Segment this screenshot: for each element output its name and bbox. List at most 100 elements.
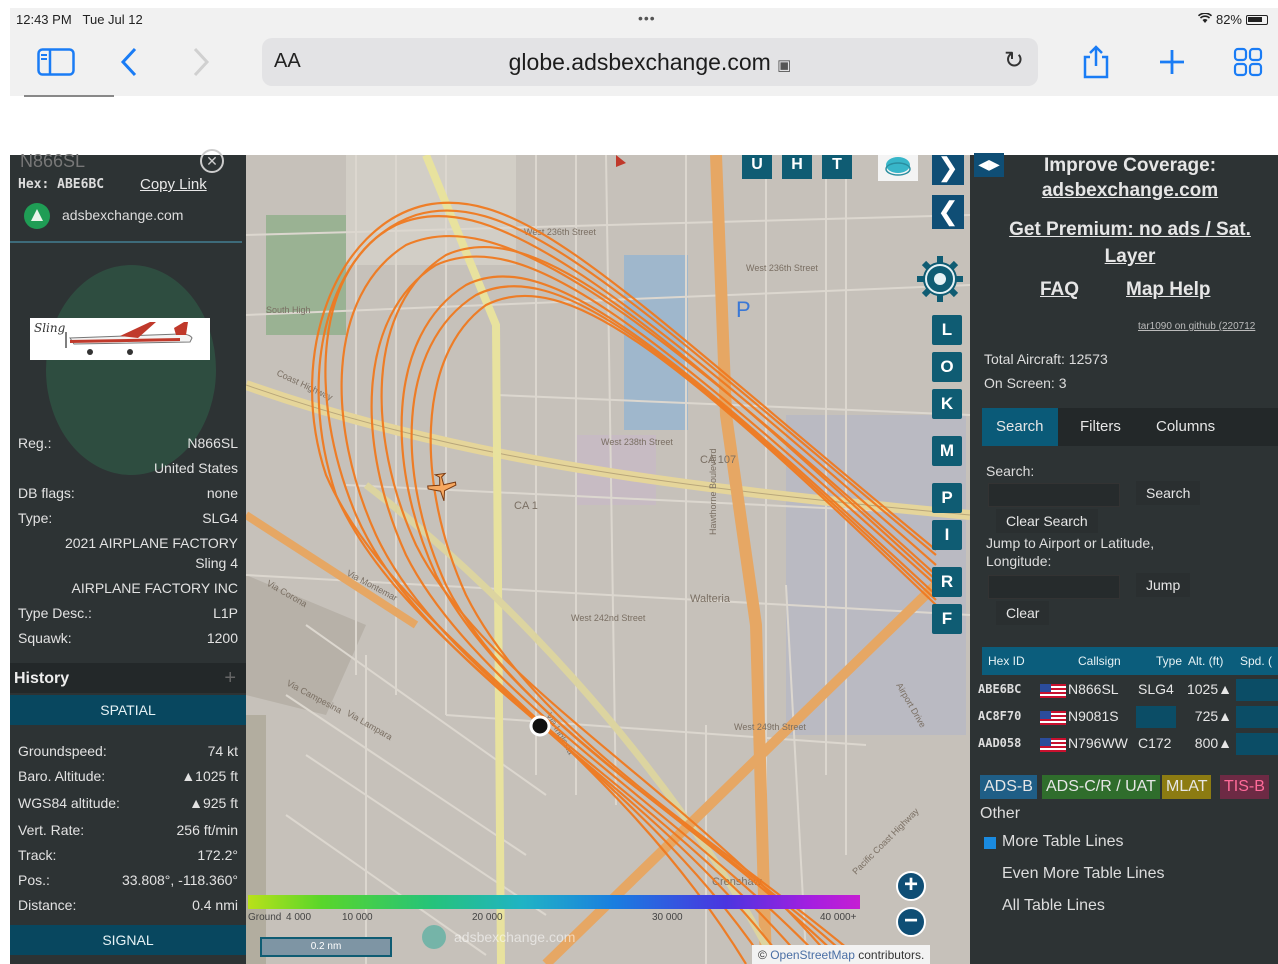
tabs-overview-icon[interactable]: [1230, 42, 1266, 82]
map-attribution: © OpenStreetMap contributors.: [752, 945, 931, 964]
map-btn-h[interactable]: H: [782, 155, 812, 179]
close-icon[interactable]: ✕: [200, 149, 224, 173]
altitude-color-scale: [248, 895, 860, 909]
table-cell: [1236, 679, 1278, 701]
faq-link[interactable]: FAQ: [1040, 279, 1079, 301]
even-more-table-lines-checkbox[interactable]: [984, 869, 996, 881]
clear-button[interactable]: Clear: [996, 601, 1050, 625]
aircraft-photo[interactable]: Sling: [30, 318, 210, 360]
map-help-link[interactable]: Map Help: [1126, 279, 1210, 301]
map-btn-t[interactable]: T: [822, 155, 852, 179]
column-header[interactable]: Hex ID: [988, 654, 1025, 668]
map-watermark: adsbexchange.com: [454, 929, 576, 945]
tab-filters[interactable]: Filters: [1066, 408, 1135, 446]
url-text: globe.adsbexchange.com ▣: [508, 49, 792, 75]
tab-columns[interactable]: Columns: [1142, 408, 1229, 446]
map-btn-l[interactable]: L: [932, 315, 962, 345]
sidebar-toggle-icon[interactable]: [36, 42, 76, 82]
improve-coverage-title: Improve Coverage:: [1043, 155, 1217, 176]
aircraft-info-panel: N866SL ✕ Hex: ABE6BC Copy Link adsbexcha…: [10, 149, 246, 964]
table-row[interactable]: ABE6BC N866SL SLG4 1025▲: [976, 677, 1278, 703]
option-label[interactable]: All Table Lines: [1002, 897, 1105, 915]
column-header[interactable]: Alt. (ft): [1188, 654, 1223, 668]
right-sidebar: ◀▶ Improve Coverage: adsbexchange.com Ge…: [970, 153, 1278, 964]
on-screen-count: On Screen: 3: [984, 375, 1067, 391]
gear-icon[interactable]: [914, 253, 966, 305]
panel-toggle-icon[interactable]: ◀▶: [974, 153, 1004, 177]
search-button[interactable]: Search: [1136, 481, 1201, 505]
chevron-left-icon[interactable]: ❮: [932, 195, 964, 229]
status-right: 82%: [1197, 12, 1268, 27]
map-btn-p[interactable]: P: [932, 483, 962, 513]
new-tab-icon[interactable]: [1154, 42, 1190, 82]
map-btn-m[interactable]: M: [932, 436, 962, 466]
address-bar[interactable]: AA globe.adsbexchange.com ▣ ↻: [262, 38, 1038, 86]
map-btn-k[interactable]: K: [932, 389, 962, 419]
battery-percent: 82%: [1215, 12, 1242, 27]
map-btn-u[interactable]: U: [742, 155, 772, 179]
map-btn-r[interactable]: R: [932, 567, 962, 597]
adsbexchange-logo-icon: [24, 203, 50, 229]
altitude-scale-label: 10 000: [342, 912, 373, 923]
status-time: 12:43 PM Tue Jul 12: [16, 12, 143, 27]
us-flag-icon: [1040, 738, 1066, 752]
battery-icon: [1246, 14, 1268, 25]
search-input[interactable]: [988, 483, 1120, 507]
expand-icon[interactable]: +: [224, 667, 236, 690]
improve-coverage-link[interactable]: adsbexchange.com: [1010, 180, 1250, 202]
altitude-scale-label: Ground: [248, 912, 282, 923]
reload-icon[interactable]: ↻: [1004, 46, 1024, 75]
scale-bar: 0.2 nm: [260, 937, 392, 957]
street-label: South High: [266, 305, 311, 315]
back-icon[interactable]: [114, 42, 144, 82]
total-aircraft: Total Aircraft: 12573: [984, 351, 1108, 367]
copy-link[interactable]: Copy Link: [140, 176, 207, 193]
table-cell: [1236, 733, 1278, 755]
search-label: Search:: [986, 463, 1035, 479]
chevron-right-icon[interactable]: ❯: [932, 155, 964, 185]
share-icon[interactable]: [1078, 42, 1114, 82]
legend-mlat: MLAT: [1162, 775, 1212, 799]
spatial-section-tab[interactable]: SPATIAL: [10, 695, 246, 725]
map-btn-o[interactable]: O: [932, 352, 962, 382]
all-table-lines-checkbox[interactable]: [984, 901, 996, 913]
multitasking-dots-icon[interactable]: •••: [638, 10, 656, 26]
legend-adsb: ADS-B: [980, 775, 1037, 799]
premium-link[interactable]: Get Premium: no ads / Sat.: [980, 219, 1278, 241]
forward-icon[interactable]: [186, 42, 216, 82]
map-canvas[interactable]: West 236th Street West 236th Street West…: [246, 155, 970, 964]
jump-button[interactable]: Jump: [1136, 573, 1191, 597]
street-label: West 238th Street: [601, 437, 673, 447]
street-label: West 242nd Street: [571, 613, 646, 623]
column-header[interactable]: Callsign: [1078, 654, 1121, 668]
map-btn-i[interactable]: I: [932, 520, 962, 550]
jump-input[interactable]: [988, 575, 1120, 599]
street-label: West 249th Street: [734, 722, 806, 732]
table-row[interactable]: AC8F70 N9081S 725▲: [976, 704, 1278, 730]
more-table-lines-checkbox[interactable]: [984, 837, 996, 849]
aircraft-table-header: Hex ID Callsign Type Alt. (ft) Spd. (: [982, 647, 1278, 675]
layers-icon[interactable]: [878, 155, 918, 181]
column-header[interactable]: Spd. (: [1240, 654, 1272, 668]
map-btn-f[interactable]: F: [932, 604, 962, 634]
history-header[interactable]: History +: [10, 663, 246, 693]
tab-search[interactable]: Search: [982, 408, 1058, 446]
option-label[interactable]: Even More Table Lines: [1002, 865, 1164, 883]
map-view[interactable]: West 236th Street West 236th Street West…: [246, 155, 970, 964]
table-row[interactable]: AAD058 N796WW C172 800▲: [976, 731, 1278, 757]
zoom-in-button[interactable]: +: [896, 871, 926, 901]
option-label[interactable]: More Table Lines: [1002, 833, 1124, 851]
premium-link-layer[interactable]: Layer: [980, 246, 1278, 268]
version-link[interactable]: tar1090 on github (220712: [1138, 321, 1255, 332]
street-label: CA 1: [514, 500, 538, 512]
svg-text:Sling: Sling: [34, 321, 66, 335]
signal-section-tab[interactable]: SIGNAL: [10, 925, 246, 955]
sidebar-tabs: Search Filters Columns: [982, 408, 1278, 446]
legend-adsc-uat: ADS-C/R / UAT: [1042, 775, 1160, 799]
table-cell: [1136, 706, 1176, 728]
openstreetmap-link[interactable]: OpenStreetMap: [770, 948, 855, 962]
source-site[interactable]: adsbexchange.com: [62, 207, 183, 223]
clear-search-button[interactable]: Clear Search: [996, 509, 1098, 533]
zoom-out-button[interactable]: −: [896, 907, 926, 937]
column-header[interactable]: Type: [1156, 654, 1182, 668]
